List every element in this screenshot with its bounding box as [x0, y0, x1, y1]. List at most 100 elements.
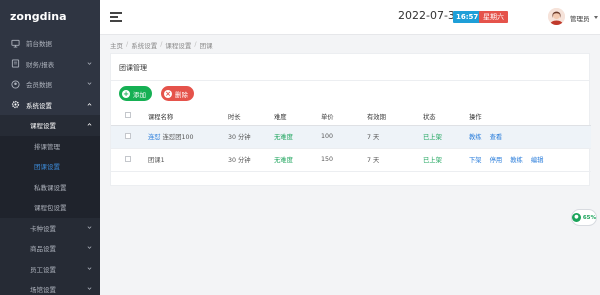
unlist-link[interactable]: 下架	[469, 157, 482, 164]
table-header-row: 课程名称 时长 难度 单价 有效期 状态 操作	[111, 108, 591, 126]
disable-link[interactable]: 停用	[490, 157, 503, 164]
floating-status-badge[interactable]: ● 65%	[571, 209, 597, 226]
duration-cell: 30 分钟	[228, 148, 274, 172]
breadcrumb-item[interactable]: 主页	[110, 40, 123, 50]
monitor-icon	[11, 39, 20, 48]
sidebar-item-label: 财务/报表	[26, 60, 55, 69]
sidebar-item-label: 场馆设置	[30, 286, 56, 295]
column-header: 课程名称	[148, 108, 228, 126]
sidebar-item-label: 会员数据	[26, 81, 52, 90]
course-name-link[interactable]: 连怼	[148, 134, 161, 141]
column-header: 难度	[274, 108, 321, 126]
price-cell: 150	[321, 148, 367, 172]
sidebar-item-label: 排课管理	[34, 142, 60, 151]
sidebar-item-members[interactable]: 会员数据	[0, 74, 100, 95]
avatar[interactable]	[548, 8, 565, 25]
menu-toggle-icon[interactable]	[110, 12, 122, 22]
user-circle-icon	[11, 80, 20, 89]
actions-cell: 下架 停用 教练 编辑	[469, 148, 591, 172]
chevron-down-icon	[87, 61, 92, 65]
sidebar-item-label: 私教课设置	[34, 183, 67, 192]
divider	[111, 80, 589, 81]
select-all-cell	[111, 108, 148, 126]
edit-link[interactable]: 编辑	[531, 157, 544, 164]
chevron-up-icon	[87, 102, 92, 106]
difficulty-cell: 无难度	[274, 148, 321, 172]
sidebar-item-label: 系统设置	[26, 101, 52, 110]
column-header: 单价	[321, 108, 367, 126]
breadcrumb-item[interactable]: 系统设置	[131, 40, 157, 50]
sidebar-item-label: 卡种设置	[30, 224, 56, 233]
weekday-badge: 星期六	[479, 11, 508, 23]
delete-button-label: 删除	[175, 90, 188, 99]
validity-cell: 7 天	[367, 148, 423, 172]
sidebar-item-goods[interactable]: 商品设置	[0, 238, 100, 259]
view-link[interactable]: 查看	[490, 134, 503, 141]
select-all-checkbox[interactable]	[125, 112, 131, 119]
column-header: 有效期	[367, 108, 423, 126]
breadcrumb: 主页 / 系统设置 / 课程设置 / 团课	[110, 40, 213, 50]
course-name-cell: 团课1	[148, 148, 228, 172]
table-row[interactable]: 连怼 连怼团100 30 分钟 无难度 100 7 天 已上架 教练 查看	[111, 125, 591, 149]
price-cell: 100	[321, 125, 367, 149]
ledger-icon	[11, 59, 20, 68]
sidebar-item-front-data[interactable]: 前台数据	[0, 33, 100, 54]
sidebar-item-card-type[interactable]: 卡种设置	[0, 217, 100, 238]
sidebar-item-group-class[interactable]: 团课设置	[0, 156, 100, 177]
chat-icon: ●	[572, 213, 581, 222]
row-checkbox[interactable]	[125, 155, 131, 162]
add-button[interactable]: + 添加	[119, 86, 152, 101]
sidebar-item-label: 前台数据	[26, 40, 52, 49]
sidebar-item-label: 团课设置	[34, 163, 60, 172]
sidebar-item-course-settings[interactable]: 课程设置	[0, 115, 100, 136]
sidebar-item-venue[interactable]: 场馆设置	[0, 279, 100, 295]
plus-icon: +	[122, 89, 130, 98]
breadcrumb-item: 团课	[199, 42, 213, 50]
validity-cell: 7 天	[367, 125, 423, 149]
chevron-down-icon	[87, 266, 92, 270]
sidebar-item-staff[interactable]: 员工设置	[0, 258, 100, 279]
floating-badge-text: 65%	[582, 214, 596, 221]
duration-cell: 30 分钟	[228, 125, 274, 149]
chevron-down-icon	[87, 82, 92, 85]
chevron-down-icon	[87, 246, 92, 249]
column-header: 状态	[423, 108, 469, 126]
chevron-down-icon	[87, 225, 92, 229]
delete-button[interactable]: × 删除	[161, 86, 194, 101]
actions-cell: 教练 查看	[469, 125, 591, 149]
breadcrumb-separator: /	[194, 40, 197, 48]
class-table: 课程名称 时长 难度 单价 有效期 状态 操作 连怼 连怼团100 30 分钟 …	[111, 108, 591, 172]
course-name: 连怼团100	[162, 134, 194, 141]
time-badge: 16:57	[453, 11, 482, 23]
difficulty-cell: 无难度	[274, 125, 321, 149]
sidebar: zongdina 前台数据 财务/报表 会员数据 系统设置 课程设置 排课管理	[0, 0, 100, 295]
status-cell: 已上架	[423, 148, 469, 172]
course-name: 团课1	[148, 157, 165, 164]
sidebar-item-schedule[interactable]: 排课管理	[0, 135, 100, 156]
row-checkbox[interactable]	[125, 132, 131, 139]
breadcrumb-item[interactable]: 课程设置	[165, 40, 191, 50]
page-title: 团课管理	[119, 64, 147, 72]
table-row[interactable]: 团课1 30 分钟 无难度 150 7 天 已上架 下架 停用 教练 编辑	[111, 148, 591, 172]
caret-down-icon[interactable]	[594, 16, 598, 19]
row-select-cell	[111, 148, 148, 172]
sidebar-item-label: 课程设置	[30, 122, 56, 131]
column-header: 操作	[469, 108, 591, 126]
sidebar-item-class-package[interactable]: 课程包设置	[0, 197, 100, 218]
brand-logo: zongdina	[10, 10, 67, 23]
sidebar-item-private-class[interactable]: 私教课设置	[0, 176, 100, 197]
sidebar-item-system-settings[interactable]: 系统设置	[0, 95, 100, 116]
add-button-label: 添加	[133, 90, 146, 99]
coach-link[interactable]: 教练	[469, 134, 482, 141]
chevron-down-icon	[87, 287, 92, 290]
gear-icon	[11, 100, 20, 109]
chevron-up-icon	[87, 123, 92, 126]
group-class-panel: 团课管理 + 添加 × 删除 课程名称 时长 难度 单价 有效期 状态 操作 连…	[110, 53, 591, 186]
close-icon: ×	[164, 89, 172, 98]
user-name[interactable]: 管理员	[570, 13, 590, 23]
row-select-cell	[111, 125, 148, 149]
coach-link[interactable]: 教练	[510, 157, 523, 164]
breadcrumb-separator: /	[126, 40, 129, 48]
sidebar-item-label: 商品设置	[30, 245, 56, 254]
sidebar-item-finance[interactable]: 财务/报表	[0, 54, 100, 75]
